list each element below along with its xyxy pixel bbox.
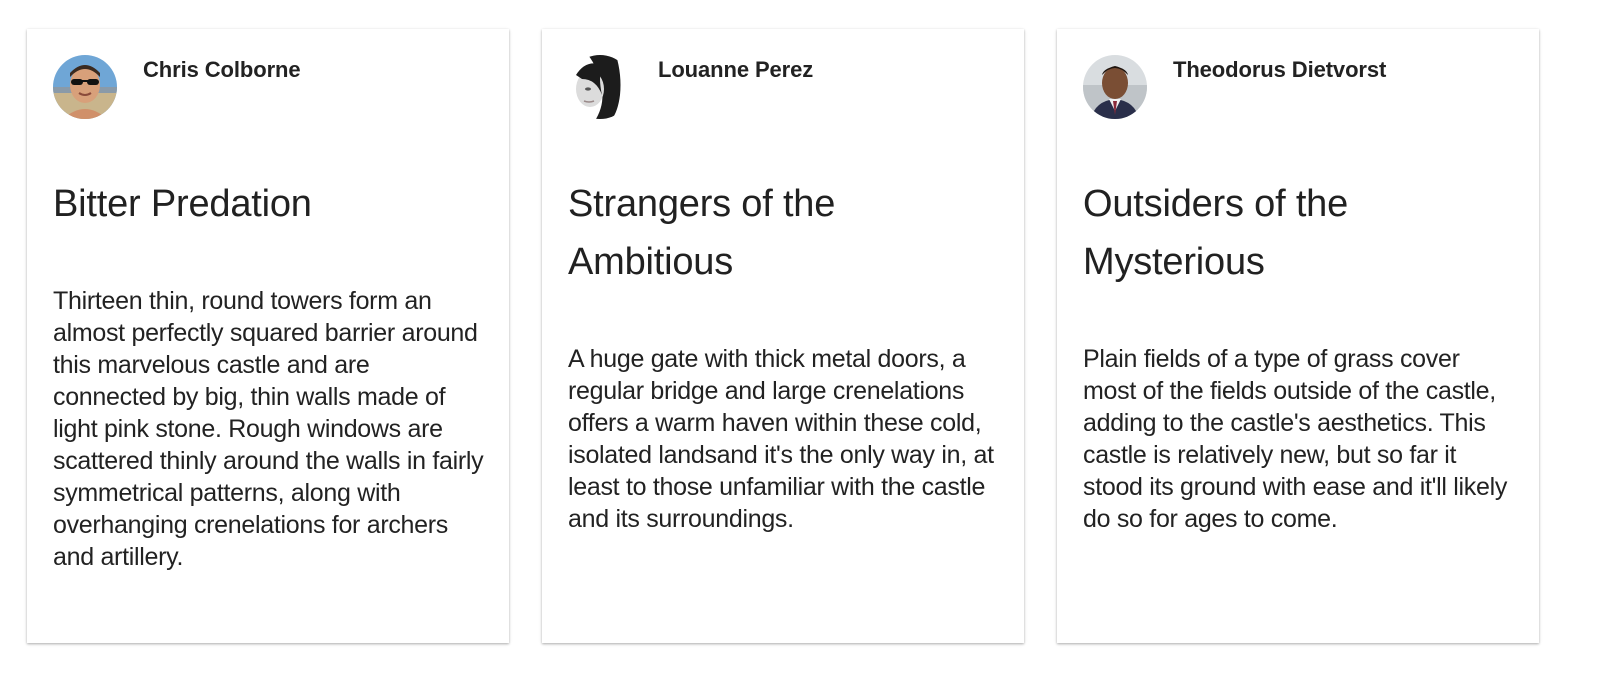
author-avatar [53,55,117,119]
card-title: Strangers of the Ambitious [568,183,836,283]
person-avatar-icon [1083,55,1147,119]
story-card[interactable]: Louanne Perez Strangers of the Ambitious… [542,29,1024,643]
person-avatar-icon [568,55,632,119]
author-name: Louanne Perez [658,57,814,82]
card-description: Plain fields of a type of grass cover mo… [1083,345,1508,533]
author-avatar [1083,55,1147,119]
author-name: Chris Colborne [143,57,301,82]
author-name: Theodorus Dietvorst [1173,57,1387,82]
card-title: Outsiders of the Mysterious [1083,183,1349,283]
person-avatar-icon [53,55,117,119]
card-title: Bitter Predation [53,183,312,225]
story-card[interactable]: Chris Colborne Bitter Predation Thirteen… [27,29,509,643]
story-card[interactable]: Theodorus Dietvorst Outsiders of the Mys… [1057,29,1539,643]
author-avatar [568,55,632,119]
card-grid: Chris Colborne Bitter Predation Thirteen… [0,0,1598,686]
card-description: Thirteen thin, round towers form an almo… [53,287,484,571]
card-description: A huge gate with thick metal doors, a re… [568,345,994,533]
